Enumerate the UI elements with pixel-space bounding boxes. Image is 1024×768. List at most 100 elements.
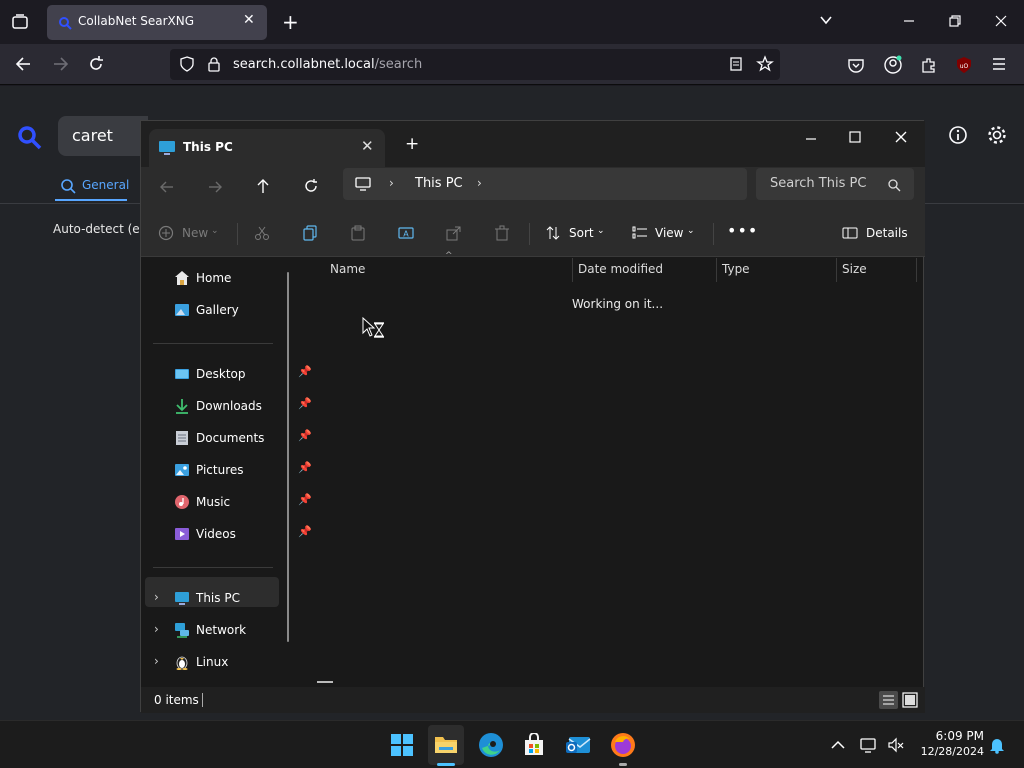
chevron-right-icon[interactable]: › bbox=[154, 622, 159, 636]
more-options-icon[interactable]: ••• bbox=[727, 221, 758, 240]
pocket-icon[interactable] bbox=[847, 56, 865, 78]
notification-bell-icon[interactable] bbox=[988, 736, 1006, 758]
minimize-icon[interactable] bbox=[902, 12, 916, 31]
explorer-tab-title: This PC bbox=[183, 140, 233, 154]
reader-view-icon[interactable] bbox=[728, 56, 744, 76]
close-window-icon[interactable] bbox=[894, 129, 908, 148]
reload-icon[interactable] bbox=[87, 55, 105, 77]
language-autodetect[interactable]: Auto-detect (er bbox=[53, 222, 145, 236]
breadcrumb[interactable]: This PC bbox=[415, 176, 463, 191]
horizontal-scrollbar[interactable] bbox=[317, 681, 333, 683]
minimize-icon[interactable] bbox=[804, 131, 818, 150]
edge-browser-icon[interactable] bbox=[478, 732, 504, 762]
pin-icon[interactable]: 📌 bbox=[298, 397, 312, 410]
chevron-down-icon: ⌄ bbox=[211, 226, 219, 236]
gallery-icon bbox=[174, 302, 190, 318]
search-input[interactable]: caret bbox=[58, 116, 148, 156]
new-tab-icon[interactable]: + bbox=[405, 134, 419, 154]
pin-icon[interactable]: 📌 bbox=[298, 461, 312, 474]
rename-icon[interactable]: A bbox=[398, 225, 414, 245]
chevron-right-icon[interactable]: › bbox=[154, 654, 159, 668]
chevron-up-icon[interactable] bbox=[830, 737, 846, 757]
share-icon[interactable] bbox=[446, 225, 462, 245]
videos-icon bbox=[174, 526, 190, 542]
menu-hamburger-icon[interactable] bbox=[991, 56, 1007, 76]
column-separator[interactable] bbox=[716, 258, 717, 282]
lock-icon[interactable] bbox=[207, 56, 221, 76]
sort-button[interactable]: Sort bbox=[569, 226, 594, 240]
chevron-right-icon[interactable]: › bbox=[154, 590, 159, 604]
searxng-logo-icon[interactable] bbox=[16, 124, 42, 154]
start-windows-icon[interactable] bbox=[390, 733, 414, 761]
paste-icon[interactable] bbox=[350, 225, 366, 245]
search-icon bbox=[887, 177, 901, 196]
chevron-right-icon[interactable]: › bbox=[389, 176, 394, 190]
url-text: search.collabnet.local/search bbox=[233, 57, 422, 72]
url-bar[interactable]: search.collabnet.local/search bbox=[170, 49, 780, 80]
pin-icon[interactable]: 📌 bbox=[298, 429, 312, 442]
file-explorer-folder-icon[interactable] bbox=[434, 733, 458, 759]
monitor-icon bbox=[355, 176, 371, 196]
tab-general[interactable]: General bbox=[82, 178, 129, 192]
explorer-tab[interactable]: This PC ✕ bbox=[149, 129, 385, 167]
pin-icon[interactable]: 📌 bbox=[298, 493, 312, 506]
browser-tabbar: CollabNet SearXNG ✕ + bbox=[0, 0, 1024, 44]
volume-muted-icon[interactable] bbox=[887, 736, 905, 758]
column-separator[interactable] bbox=[836, 258, 837, 282]
chevron-right-icon[interactable]: › bbox=[477, 176, 482, 190]
back-arrow-icon[interactable] bbox=[14, 55, 32, 77]
copy-icon[interactable] bbox=[302, 225, 318, 245]
network-icon bbox=[174, 622, 190, 638]
pin-icon[interactable]: 📌 bbox=[298, 365, 312, 378]
close-window-icon[interactable] bbox=[994, 13, 1008, 32]
up-arrow-icon[interactable] bbox=[255, 178, 271, 198]
info-icon[interactable] bbox=[948, 125, 968, 149]
shield-icon[interactable] bbox=[179, 56, 195, 76]
microsoft-store-icon[interactable] bbox=[522, 732, 546, 761]
column-separator[interactable] bbox=[572, 258, 573, 282]
explorer-search-input[interactable]: Search This PC bbox=[756, 168, 914, 200]
column-size[interactable]: Size bbox=[842, 262, 867, 276]
settings-gear-icon[interactable] bbox=[986, 124, 1008, 150]
file-explorer-window[interactable]: This PC ✕ + › This PC › Search This PC N… bbox=[140, 120, 925, 713]
firefox-browser-icon[interactable] bbox=[610, 732, 636, 762]
details-button[interactable]: Details bbox=[866, 226, 908, 240]
svg-text:A: A bbox=[403, 230, 409, 239]
forward-arrow-icon[interactable] bbox=[207, 179, 223, 199]
view-button[interactable]: View bbox=[655, 226, 683, 240]
outlook-mail-icon[interactable] bbox=[566, 733, 592, 761]
column-type[interactable]: Type bbox=[722, 262, 750, 276]
linux-penguin-icon bbox=[174, 654, 190, 670]
nav-label: Pictures bbox=[196, 463, 244, 477]
new-tab-icon[interactable]: + bbox=[282, 10, 299, 34]
browser-tab[interactable]: CollabNet SearXNG ✕ bbox=[47, 5, 267, 40]
column-date-modified[interactable]: Date modified bbox=[578, 262, 663, 276]
bookmark-star-icon[interactable] bbox=[756, 55, 774, 77]
pin-icon[interactable]: 📌 bbox=[298, 525, 312, 538]
restore-icon[interactable] bbox=[948, 13, 962, 32]
tiles-view-icon[interactable] bbox=[901, 691, 919, 712]
cut-scissors-icon[interactable] bbox=[254, 225, 270, 245]
close-tab-icon[interactable]: ✕ bbox=[361, 137, 374, 155]
new-button[interactable]: New bbox=[182, 226, 208, 240]
extensions-icon[interactable] bbox=[920, 56, 938, 78]
forward-arrow-icon[interactable] bbox=[52, 55, 70, 77]
details-view-icon[interactable] bbox=[879, 691, 898, 709]
tab-list-icon[interactable] bbox=[11, 13, 29, 35]
maximize-icon[interactable] bbox=[848, 129, 862, 148]
nav-scrollbar[interactable] bbox=[287, 272, 289, 642]
column-separator[interactable] bbox=[916, 258, 917, 282]
clock-date[interactable]: 12/28/2024 bbox=[914, 745, 984, 758]
refresh-icon[interactable] bbox=[303, 178, 319, 198]
close-tab-icon[interactable]: ✕ bbox=[243, 12, 255, 28]
clock-time[interactable]: 6:09 PM bbox=[924, 729, 984, 743]
delete-trash-icon[interactable] bbox=[494, 225, 510, 245]
address-bar[interactable]: › This PC › bbox=[343, 168, 747, 200]
chevron-down-icon[interactable] bbox=[818, 12, 834, 32]
back-arrow-icon[interactable] bbox=[159, 179, 175, 199]
details-pane-icon bbox=[842, 225, 858, 245]
account-icon[interactable] bbox=[883, 55, 903, 79]
column-name[interactable]: Name bbox=[330, 262, 365, 276]
ublock-icon[interactable]: uO bbox=[955, 56, 973, 78]
network-monitor-icon[interactable] bbox=[860, 736, 878, 758]
